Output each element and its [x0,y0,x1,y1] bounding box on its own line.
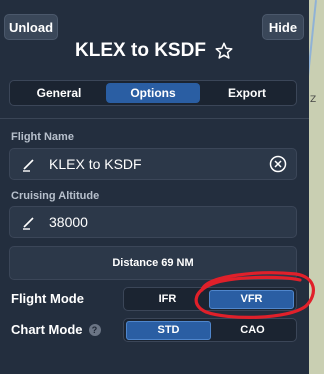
pencil-icon [23,159,34,172]
page-title: KLEX to KSDF [75,40,206,61]
title-row: KLEX to KSDF [0,40,309,62]
map-edge[interactable]: Z [309,0,324,374]
tab-export[interactable]: Export [200,83,294,103]
tab-general[interactable]: General [12,83,106,103]
flight-mode-vfr[interactable]: VFR [209,289,294,309]
flight-mode-label: Flight Mode [11,291,84,306]
chart-mode-selector: STD CAO [123,318,297,342]
tab-bar: General Options Export [9,80,297,106]
clear-icon[interactable] [269,155,287,173]
unload-button[interactable]: Unload [4,14,58,40]
flight-mode-selector: IFR VFR [123,287,297,311]
chart-mode-std[interactable]: STD [126,320,211,340]
section-divider [0,118,309,119]
chart-mode-label: Chart Mode ? [11,322,101,337]
cruising-altitude-value[interactable]: 38000 [49,214,296,230]
cruising-altitude-field[interactable]: 38000 [9,206,297,238]
cruising-altitude-label: Cruising Altitude [11,190,100,202]
flight-mode-label-text: Flight Mode [11,291,84,306]
tab-options[interactable]: Options [106,83,200,103]
chart-mode-cao[interactable]: CAO [211,321,294,340]
distance-text: Distance 69 NM [112,257,194,269]
help-icon[interactable]: ? [88,323,101,336]
flight-name-label: Flight Name [11,131,74,143]
flight-name-field[interactable]: KLEX to KSDF [9,148,297,180]
flight-name-value[interactable]: KLEX to KSDF [49,156,269,172]
star-icon[interactable] [214,41,234,61]
map-route-line [309,0,317,160]
flight-plan-panel: Unload Hide KLEX to KSDF General Options… [0,0,309,374]
flight-mode-ifr[interactable]: IFR [126,290,209,309]
distance-readout: Distance 69 NM [9,246,297,280]
map-label: Z [310,95,317,105]
chart-mode-label-text: Chart Mode [11,322,83,337]
hide-button[interactable]: Hide [262,14,304,40]
pencil-icon [23,217,34,230]
